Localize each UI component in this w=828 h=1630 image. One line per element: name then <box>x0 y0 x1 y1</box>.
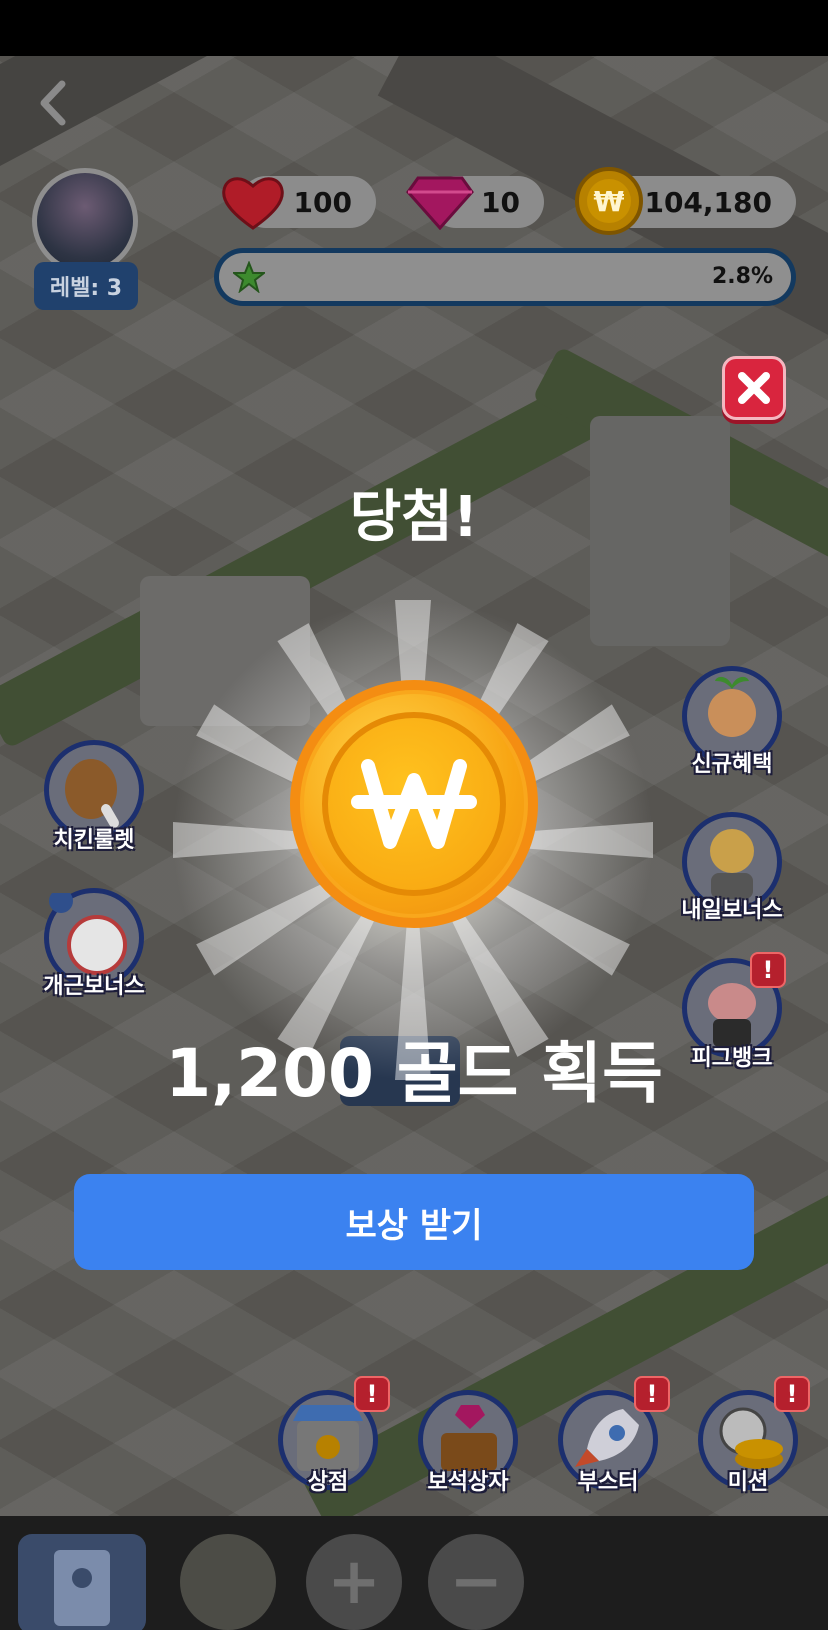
avatar[interactable] <box>32 168 138 274</box>
back-arrow-icon[interactable] <box>30 78 80 128</box>
contacts-book-button[interactable] <box>18 1534 146 1630</box>
zoom-out-button[interactable]: − <box>428 1534 524 1630</box>
coin-face <box>322 712 506 896</box>
level-badge: 레벨: 3 <box>34 262 138 310</box>
gold-value: 104,180 <box>644 185 772 219</box>
close-button[interactable] <box>722 356 786 420</box>
gold-coin-reward-icon <box>290 680 538 928</box>
gems-value: 10 <box>481 185 520 219</box>
claim-reward-button[interactable]: 보상 받기 <box>74 1174 754 1270</box>
tomorrow-bonus-label: 내일보너스 <box>681 898 783 923</box>
shop-alert-badge: ! <box>354 1376 390 1412</box>
gold-coin-icon: ₩ <box>575 167 643 235</box>
booster-label: 부스터 <box>577 1470 639 1495</box>
popup-title: 당첨! <box>349 485 479 550</box>
svg-text:₩: ₩ <box>594 185 625 218</box>
new-benefit-label: 신규혜택 <box>691 752 773 777</box>
piggy-bank-alert-badge: ! <box>750 952 786 988</box>
mission-label: 미션 <box>727 1470 769 1495</box>
shop-label: 상점 <box>307 1470 349 1495</box>
reward-text: 1,200 골드 획득 <box>165 1035 663 1112</box>
xp-progress-bar: 2.8% <box>214 248 796 306</box>
attendance-bonus-label: 개근보너스 <box>43 974 145 999</box>
xp-percent-text: 2.8% <box>711 264 773 289</box>
hearts-value: 100 <box>293 185 352 219</box>
close-icon <box>738 372 770 404</box>
gem-icon <box>406 176 474 230</box>
zoom-in-button[interactable]: + <box>306 1534 402 1630</box>
chicken-roulette-label: 치킨룰렛 <box>53 828 135 853</box>
room-thumbnail-button[interactable] <box>180 1534 276 1630</box>
mission-alert-badge: ! <box>774 1376 810 1412</box>
won-symbol-icon <box>351 759 477 849</box>
booster-alert-badge: ! <box>634 1376 670 1412</box>
heart-icon <box>222 177 284 230</box>
bottom-bar: + − <box>0 1516 828 1630</box>
star-icon <box>233 261 265 293</box>
gem-chest-label: 보석상자 <box>427 1470 509 1495</box>
address-book-icon <box>54 1550 110 1626</box>
